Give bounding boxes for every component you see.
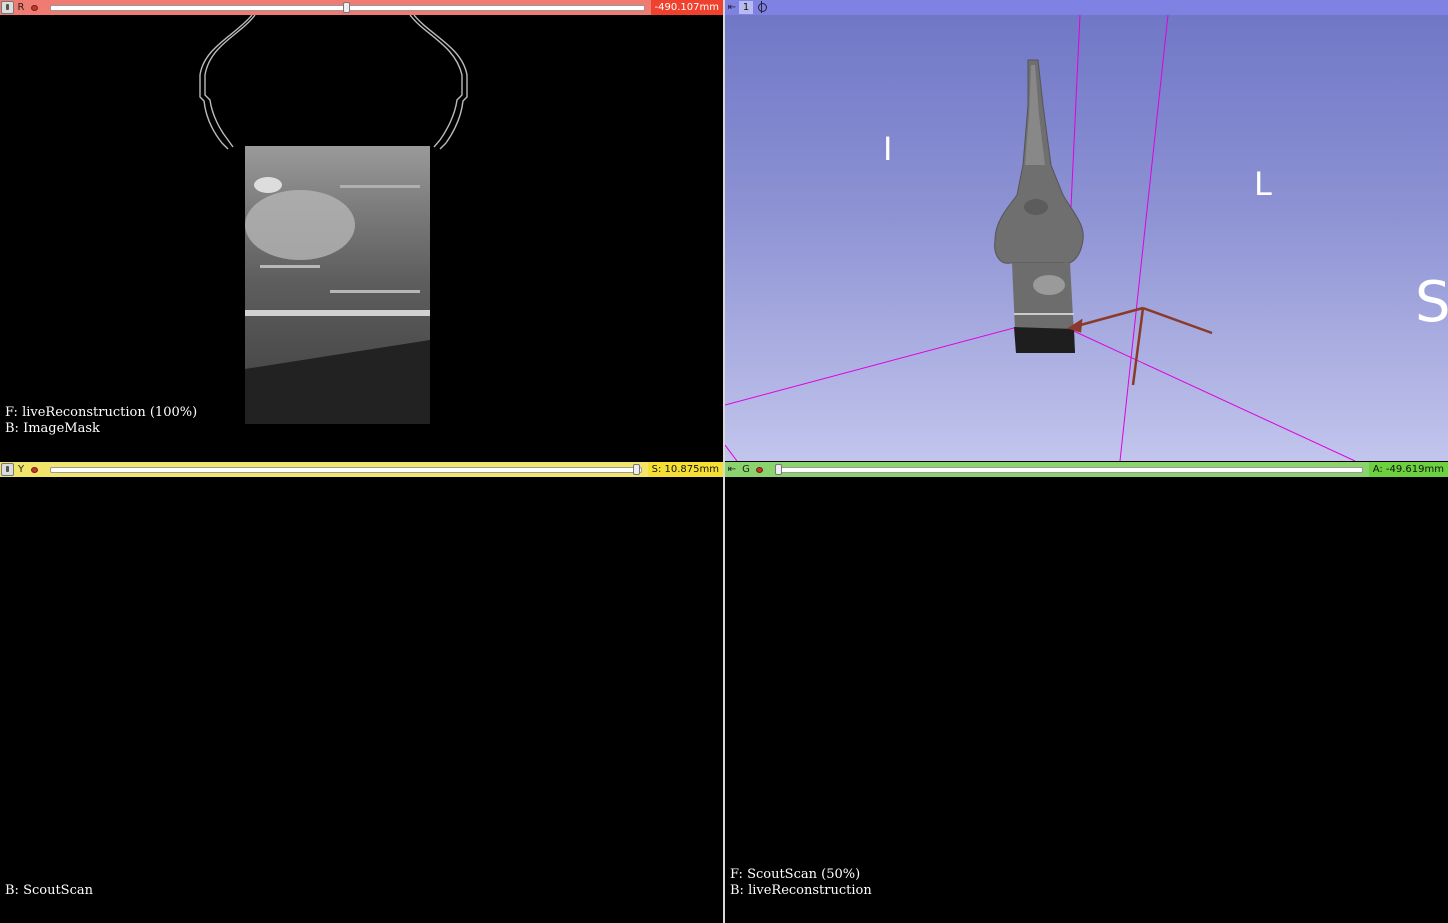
slider-thumb[interactable] [632, 463, 640, 475]
view-number: 1 [739, 1, 753, 14]
slider-thumb[interactable] [343, 1, 351, 13]
probe-model [994, 59, 1084, 264]
red-slice-controller: R -490.107mm [0, 0, 723, 15]
probe-outline [199, 15, 468, 150]
layer-annotation: B: ScoutScan [5, 883, 93, 899]
slice-offset-value: A: -49.619mm [1368, 462, 1448, 477]
threed-view-controller: ⇤ 1 [725, 0, 1448, 15]
pin-icon[interactable]: ⇤ [725, 464, 739, 475]
slice-offset-slider[interactable] [775, 463, 1363, 475]
slice-offset-value: -490.107mm [650, 0, 723, 15]
slice-letter: G [742, 464, 750, 475]
transform-axes [1067, 306, 1213, 386]
threed-render [725, 15, 1356, 461]
slice-offset-value: S: 10.875mm [647, 462, 723, 477]
yellow-slice-controller: Y S: 10.875mm [0, 462, 723, 477]
threed-image-slice [1012, 263, 1075, 353]
red-slice-view[interactable]: R -490.107mm F: liveReconstruction (100%… [0, 0, 723, 461]
background-label: B: liveReconstruction [730, 883, 872, 898]
orientation-marker-left: I [883, 130, 893, 168]
slider-thumb[interactable] [775, 463, 782, 475]
pin-icon[interactable]: ⇤ [725, 0, 739, 15]
slice-offset-slider[interactable] [50, 1, 645, 13]
slice-offset-slider[interactable] [50, 463, 642, 475]
threed-scene[interactable]: I L S [725, 15, 1448, 461]
target-icon[interactable] [755, 1, 769, 14]
orientation-marker-right: L [1254, 165, 1272, 203]
green-slice-controller: ⇤ G A: -49.619mm [725, 462, 1448, 477]
slice-letter: R [17, 2, 25, 13]
foreground-label: F: liveReconstruction (100%) [5, 405, 198, 420]
ultrasound-image-canvas [199, 15, 468, 424]
background-label: B: ImageMask [5, 421, 100, 436]
background-label: B: ScoutScan [5, 883, 93, 898]
pin-icon[interactable] [1, 1, 14, 14]
foreground-label: F: ScoutScan (50%) [730, 867, 861, 882]
layer-annotation: F: ScoutScan (50%) B: liveReconstruction [730, 867, 872, 899]
eye-icon[interactable] [28, 2, 42, 14]
eye-icon[interactable] [753, 464, 767, 476]
pin-icon[interactable] [1, 463, 14, 476]
slice-letter: Y [17, 464, 25, 475]
ultrasound-image [245, 146, 430, 424]
orientation-marker-edge: S [1415, 270, 1448, 335]
layer-annotation: F: liveReconstruction (100%) B: ImageMas… [5, 405, 197, 437]
yellow-slice-view[interactable]: Y S: 10.875mm B: ScoutScan [0, 462, 723, 923]
threed-view[interactable]: ⇤ 1 I L S [725, 0, 1448, 461]
eye-icon[interactable] [28, 464, 42, 476]
green-slice-view[interactable]: ⇤ G A: -49.619mm F: ScoutScan (50%) B: l… [725, 462, 1448, 923]
